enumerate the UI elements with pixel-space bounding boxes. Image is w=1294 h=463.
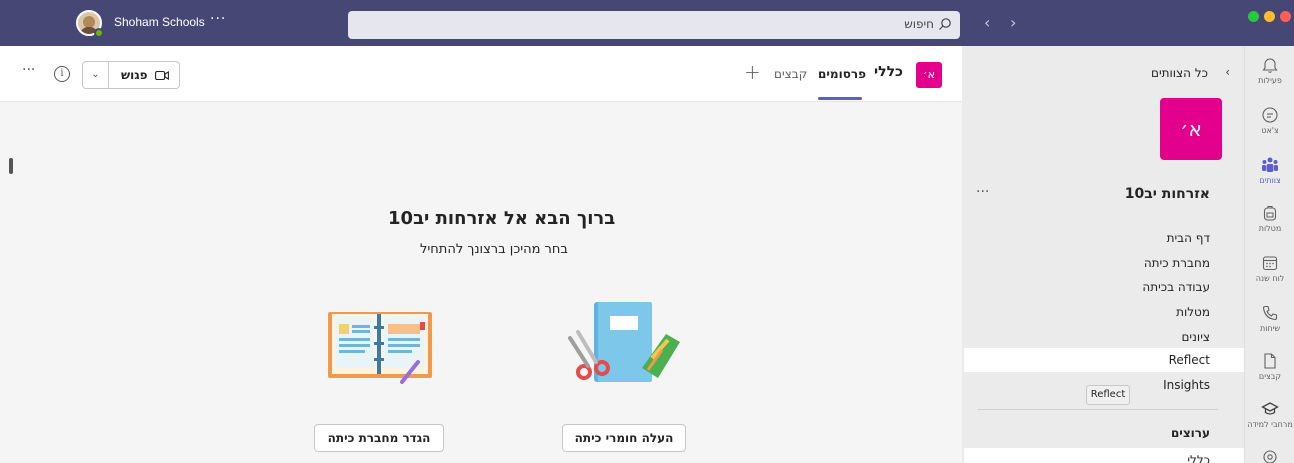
rail-learning-spaces[interactable]: מרחבי למידה — [1245, 400, 1294, 429]
nav-item-home[interactable]: דף הבית — [1167, 231, 1210, 245]
rail-calendar-label: לוח שנה — [1255, 274, 1285, 283]
window-minimize-button[interactable] — [1264, 11, 1275, 22]
rail-assignments-label: מטלות — [1258, 224, 1282, 233]
presence-available-icon — [94, 28, 104, 38]
back-arrow-icon[interactable]: ‹ — [984, 13, 990, 32]
tab-posts[interactable]: פרסומים — [818, 67, 866, 81]
video-camera-icon — [155, 70, 169, 81]
window-close-button[interactable] — [1280, 11, 1291, 22]
search-placeholder: חיפוש — [904, 17, 934, 31]
all-teams-link[interactable]: כל הצוותים — [1151, 66, 1208, 80]
setup-class-notebook-button[interactable]: הגדר מחברת כיתה — [314, 424, 444, 452]
nav-item-classwork[interactable]: עבודה בכיתה — [1142, 280, 1210, 294]
rail-more-apps[interactable] — [1245, 448, 1294, 463]
upload-class-materials-button[interactable]: העלה חומרי כיתה — [562, 424, 686, 452]
window-maximize-button[interactable] — [1248, 11, 1259, 22]
chevron-down-icon[interactable]: ⌄ — [83, 62, 109, 88]
nav-item-reflect[interactable]: Reflect — [964, 348, 1244, 372]
add-tab-button[interactable]: + — [744, 60, 761, 84]
welcome-title: ברוך הבא אל אזרחות יב10 — [388, 208, 616, 229]
active-tab-indicator — [818, 97, 862, 100]
org-name[interactable]: Shoham Schools — [114, 15, 205, 29]
welcome-subtitle: בחר מהיכן ברצונך להתחיל — [420, 242, 568, 257]
rail-calendar[interactable]: לוח שנה — [1245, 254, 1294, 283]
teams-icon — [1262, 157, 1278, 172]
class-notebook-illustration — [328, 312, 432, 384]
channel-item-label: כללי — [1187, 453, 1210, 463]
calendar-icon — [1262, 256, 1278, 271]
team-panel: כל הצוותים ‹ א׳ ··· אזרחות יב10 דף הבית … — [962, 46, 1244, 463]
scrollbar-handle[interactable] — [9, 158, 13, 174]
rail-teams[interactable]: צוותים — [1245, 156, 1294, 185]
channel-badge: א׳ — [916, 62, 942, 88]
search-icon — [939, 18, 951, 30]
org-more-button[interactable]: ··· — [210, 11, 226, 27]
meet-button[interactable]: ⌄ פגוש — [82, 61, 180, 89]
info-icon[interactable]: i — [54, 66, 70, 82]
rail-teams-label: צוותים — [1259, 176, 1281, 185]
rail-files-label: קבצים — [1258, 372, 1282, 381]
rail-activity[interactable]: פעילות — [1245, 56, 1294, 85]
channel-more-button[interactable]: ··· — [22, 62, 35, 78]
team-name: אזרחות יב10 — [1124, 186, 1210, 202]
rail-learning-spaces-label: מרחבי למידה — [1247, 420, 1293, 429]
backpack-icon — [1263, 205, 1277, 221]
nav-item-grades[interactable]: ציונים — [1181, 330, 1210, 344]
nav-item-reflect-label: Reflect — [1168, 353, 1210, 367]
channel-name: כללי — [874, 64, 903, 80]
rail-chat[interactable]: צ'אט — [1245, 106, 1294, 135]
rail-files[interactable]: קבצים — [1245, 352, 1294, 381]
rail-activity-label: פעילות — [1258, 76, 1282, 85]
forward-arrow-icon[interactable]: › — [1010, 13, 1016, 32]
file-icon — [1264, 353, 1276, 369]
bell-icon — [1262, 58, 1278, 73]
chevron-left-icon[interactable]: ‹ — [1225, 65, 1230, 79]
channel-header: ··· i ⌄ פגוש + קבצים פרסומים כללי א׳ — [0, 46, 962, 102]
chat-icon — [1262, 107, 1278, 123]
title-bar: Shoham Schools ··· חיפוש ‹ › — [0, 0, 1294, 46]
tab-files[interactable]: קבצים — [774, 67, 807, 81]
phone-icon — [1262, 305, 1278, 321]
panel-divider — [978, 409, 1218, 410]
channel-item-general[interactable]: כללי — [964, 448, 1244, 463]
nav-item-class-notebook[interactable]: מחברת כיתה — [1144, 256, 1210, 270]
reflect-tooltip: Reflect — [1086, 385, 1130, 405]
channels-heading: ערוצים — [1170, 426, 1210, 440]
channel-main: ··· i ⌄ פגוש + קבצים פרסומים כללי א׳ ברו… — [0, 46, 962, 463]
apps-icon — [1263, 450, 1277, 463]
team-more-button[interactable]: ··· — [976, 184, 989, 200]
nav-item-insights[interactable]: Insights — [1163, 378, 1210, 392]
rail-assignments[interactable]: מטלות — [1245, 204, 1294, 233]
graduation-cap-icon — [1261, 402, 1279, 415]
rail-chat-label: צ'אט — [1261, 126, 1279, 135]
search-box[interactable]: חיפוש — [348, 11, 960, 39]
class-materials-illustration — [568, 302, 680, 382]
rail-calls[interactable]: שיחות — [1245, 304, 1294, 333]
app-rail: פעילות צ'אט צוותים מטלות לוח שנה שיחות ק… — [1244, 46, 1294, 463]
rail-calls-label: שיחות — [1259, 324, 1281, 333]
nav-item-assignments[interactable]: מטלות — [1176, 305, 1210, 319]
meet-button-label: פגוש — [121, 68, 148, 82]
team-avatar: א׳ — [1160, 98, 1222, 160]
